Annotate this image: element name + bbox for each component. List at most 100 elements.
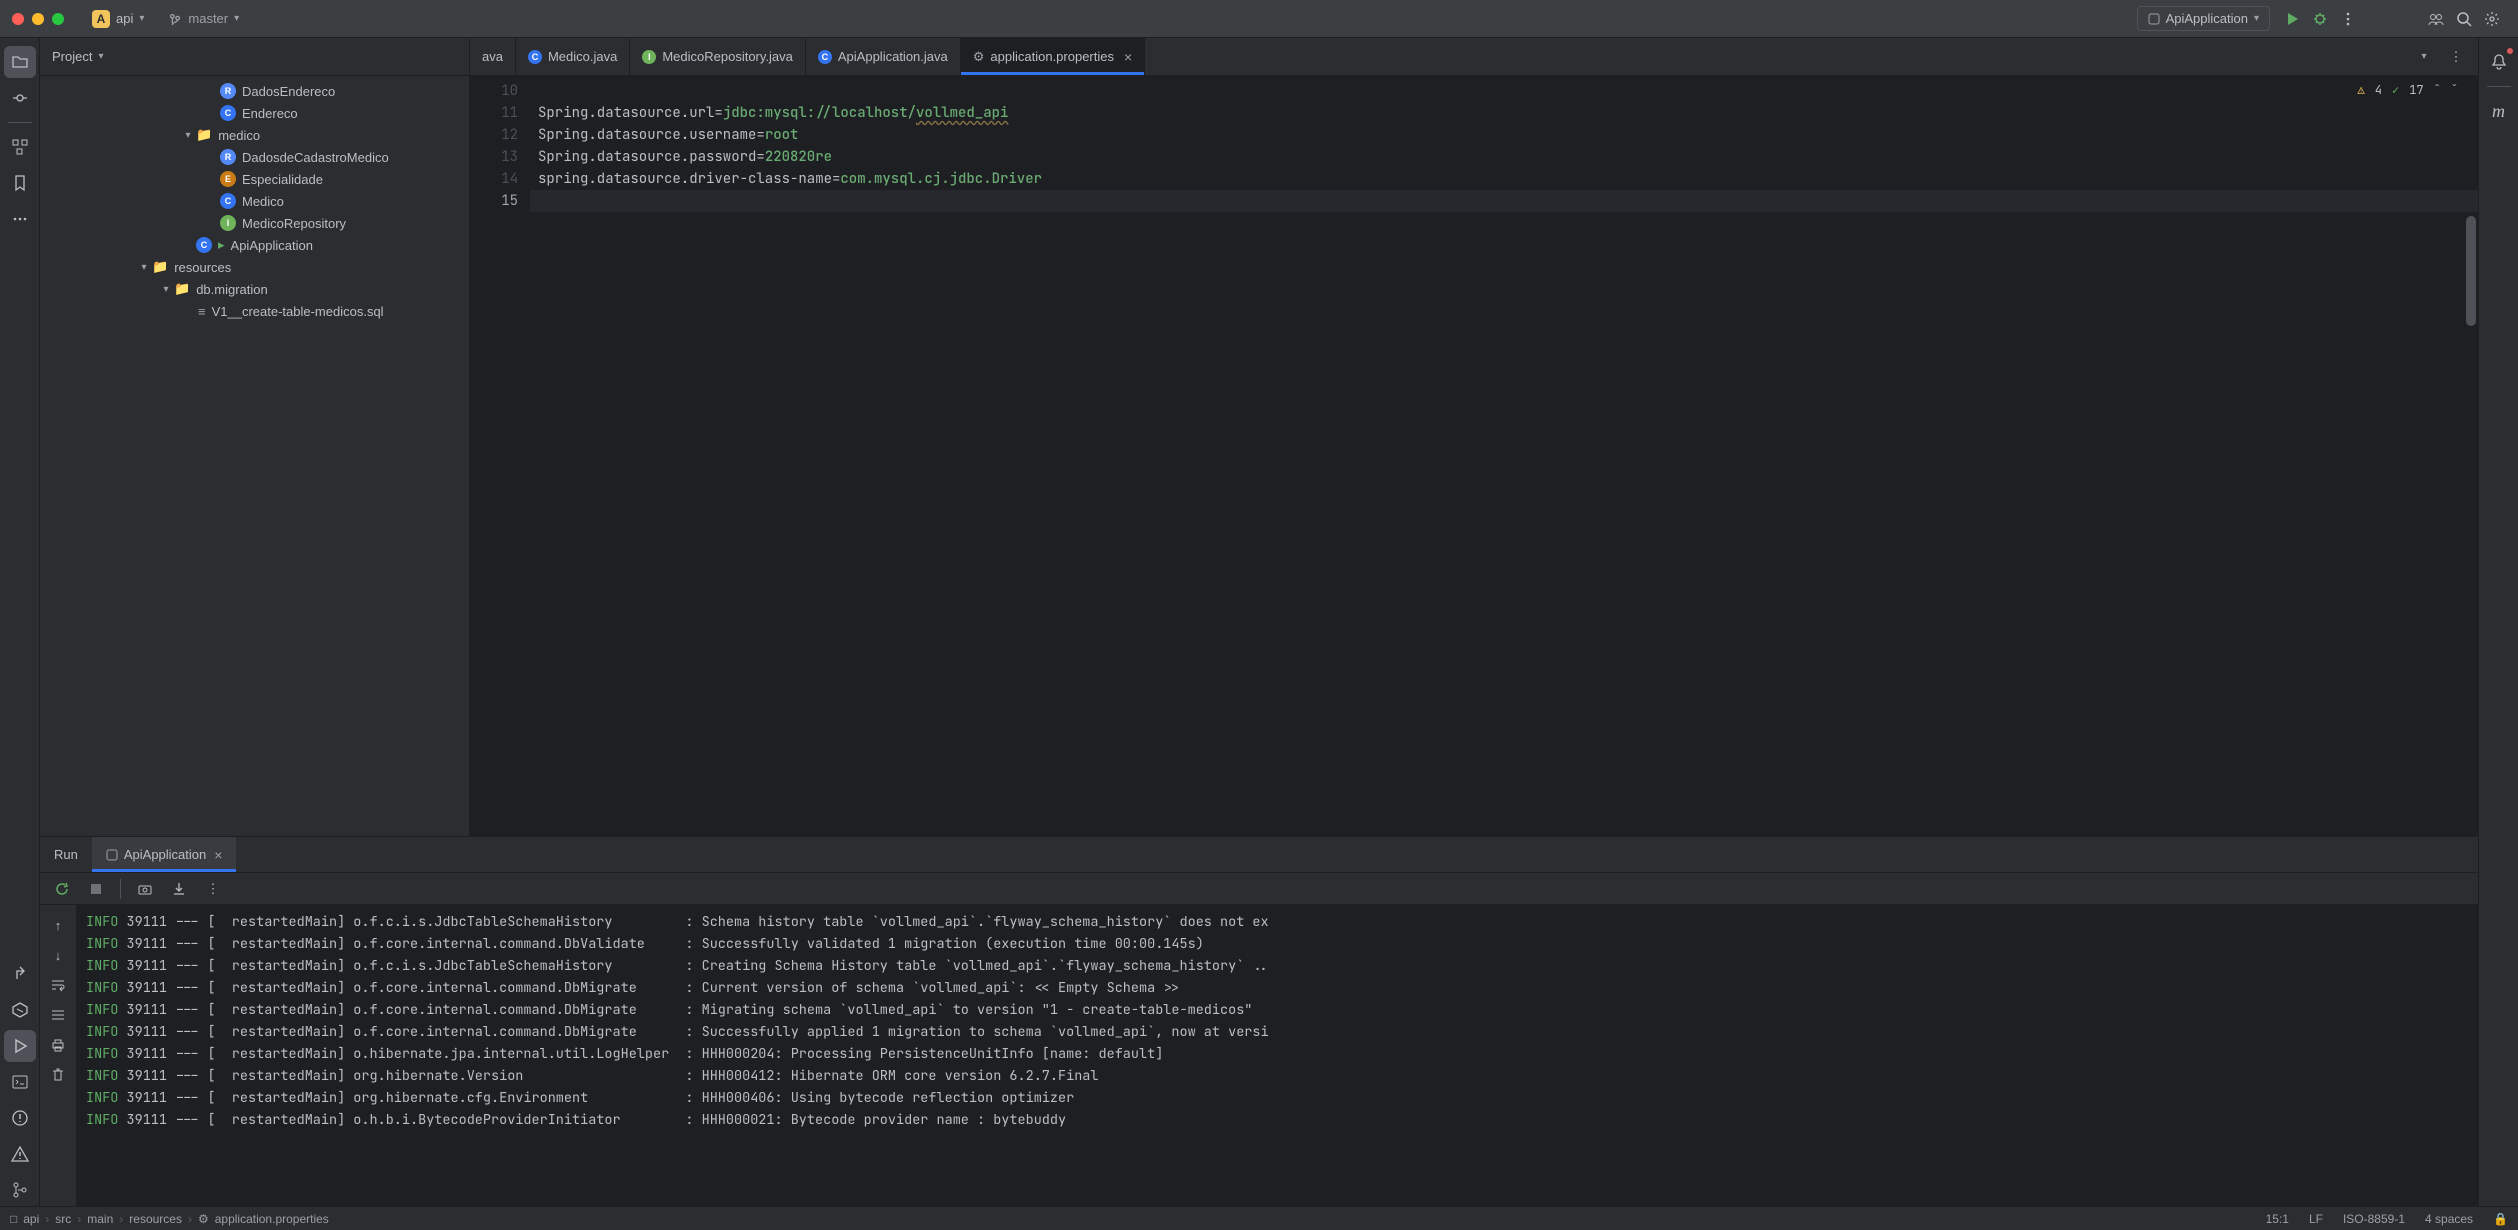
git-icon [11,1181,29,1199]
chevron-down-icon[interactable]: ▾ [98,51,103,62]
tree-item-medicorepo[interactable]: I MedicoRepository [40,212,469,234]
close-window[interactable] [12,13,24,25]
run-tool-button[interactable] [4,1030,36,1062]
commit-tool-button[interactable] [4,82,36,114]
code-with-me-button[interactable] [2422,5,2450,33]
project-tool-button[interactable] [4,46,36,78]
tab-medico[interactable]: C Medico.java [516,38,630,75]
run-button[interactable] [2278,5,2306,33]
structure-tool-button[interactable] [4,131,36,163]
tab-list-button[interactable]: ▾ [2410,43,2438,71]
indent-setting[interactable]: 4 spaces [2425,1212,2473,1226]
line-separator[interactable]: LF [2309,1212,2323,1226]
project-panel-header: Project ▾ [40,38,469,76]
console-output[interactable]: INFO 39111 --- [ restartedMain] o.f.c.i.… [76,905,2478,1206]
project-selector[interactable]: A api ▾ [84,8,152,30]
close-tab-icon[interactable]: × [214,847,222,863]
next-highlight[interactable]: ˇ [2451,82,2458,98]
tree-item-medico[interactable]: C Medico [40,190,469,212]
search-everywhere-button[interactable] [2450,5,2478,33]
tree-folder-medico[interactable]: ▾ 📁 medico [40,124,469,146]
tab-medicorepository[interactable]: I MedicoRepository.java [630,38,806,75]
editor-inspections[interactable]: ⚠ 4 ✓ 17 ˆ ˇ [2358,82,2458,98]
tree-item-v1sql[interactable]: ≡ V1__create-table-medicos.sql [40,300,469,322]
lock-icon[interactable]: 🔒 [2493,1212,2508,1226]
prev-highlight[interactable]: ˆ [2434,82,2441,98]
more-tool-button[interactable] [4,203,36,235]
maximize-window[interactable] [52,13,64,25]
terminal-tool-button[interactable] [4,1066,36,1098]
tree-folder-dbmigration[interactable]: ▾ 📁 db.migration [40,278,469,300]
breadcrumb-item[interactable]: application.properties [215,1212,329,1226]
stop-icon [89,882,103,896]
interface-icon: I [642,50,656,64]
tree-item-especialidade[interactable]: E Especialidade [40,168,469,190]
tab-partial[interactable]: ava [470,38,516,75]
more-actions-button[interactable] [2334,5,2362,33]
problems-tool-button[interactable] [4,1102,36,1134]
rerun-button[interactable] [48,875,76,903]
tab-apiapplication[interactable]: C ApiApplication.java [806,38,961,75]
tree-folder-resources[interactable]: ▾ 📁 resources [40,256,469,278]
notification-dot [2507,48,2513,54]
tab-application-properties[interactable]: ⚙ application.properties × [961,38,1145,75]
maven-icon: m [2492,101,2505,122]
tree-item-dadoscadastro[interactable]: R DadosdeCadastroMedico [40,146,469,168]
ok-count: 17 [2409,82,2423,98]
screenshot-button[interactable] [131,875,159,903]
debug-button[interactable] [2306,5,2334,33]
run-toolbar: ⋮ [40,873,2478,905]
maven-tool-button[interactable]: m [2483,95,2515,127]
git-branch-selector[interactable]: master ▾ [168,11,239,26]
pull-requests-button[interactable] [4,958,36,990]
export-button[interactable] [165,875,193,903]
scroll-to-end-button[interactable] [44,1001,72,1029]
module-icon: □ [10,1212,17,1226]
close-tab-icon[interactable]: × [1124,49,1132,65]
console-line: INFO 39111 --- [ restartedMain] o.h.b.i.… [86,1109,2468,1131]
breadcrumb-item[interactable]: resources [129,1212,182,1226]
run-tab-app[interactable]: ApiApplication × [92,837,237,872]
bell-icon [2490,53,2508,71]
warnings-tool-button[interactable] [4,1138,36,1170]
breadcrumb-item[interactable]: src [55,1212,71,1226]
problems-icon [11,1109,29,1127]
minimize-window[interactable] [32,13,44,25]
notifications-button[interactable] [2483,46,2515,78]
console-line: INFO 39111 --- [ restartedMain] o.hibern… [86,1043,2468,1065]
file-encoding[interactable]: ISO-8859-1 [2343,1212,2405,1226]
bookmarks-tool-button[interactable] [4,167,36,199]
camera-icon [137,881,153,897]
project-tree: R DadosEndereco C Endereco ▾ 📁 medico R [40,76,469,836]
breadcrumb-item[interactable]: main [87,1212,113,1226]
code-line [530,80,2478,102]
stop-button[interactable] [82,875,110,903]
project-name: api [116,11,133,26]
run-config-icon [2148,13,2160,25]
collaborate-icon [2427,10,2445,28]
run-config-selector[interactable]: ApiApplication ▾ [2137,6,2270,31]
editor-scrollbar[interactable] [2466,216,2476,326]
console-side-toolbar: ↑ ↓ [40,905,76,1206]
code-content[interactable]: Spring.datasource.url=jdbc:mysql://local… [530,76,2478,836]
soft-wrap-button[interactable] [44,971,72,999]
breadcrumb-item[interactable]: api [23,1212,39,1226]
code-line: spring.datasource.driver-class-name=com.… [530,168,2478,190]
run-tab-run[interactable]: Run [40,837,92,872]
tree-item-dadosendereco[interactable]: R DadosEndereco [40,80,469,102]
scroll-down-button[interactable]: ↓ [44,941,72,969]
tab-more-button[interactable]: ⋮ [2442,43,2470,71]
print-button[interactable] [44,1031,72,1059]
cursor-position[interactable]: 15:1 [2266,1212,2289,1226]
vcs-tool-button[interactable] [4,1174,36,1206]
run-more-button[interactable]: ⋮ [199,875,227,903]
tree-item-apiapplication[interactable]: C ▸ ApiApplication [40,234,469,256]
scroll-up-button[interactable]: ↑ [44,911,72,939]
kebab-icon: ⋮ [2450,49,2463,65]
services-tool-button[interactable] [4,994,36,1026]
editor-body[interactable]: 10 11 12 13 14 15 Spring.datasource.url=… [470,76,2478,836]
tree-item-endereco[interactable]: C Endereco [40,102,469,124]
settings-button[interactable] [2478,5,2506,33]
code-line-current [530,190,2478,212]
clear-button[interactable] [44,1061,72,1089]
